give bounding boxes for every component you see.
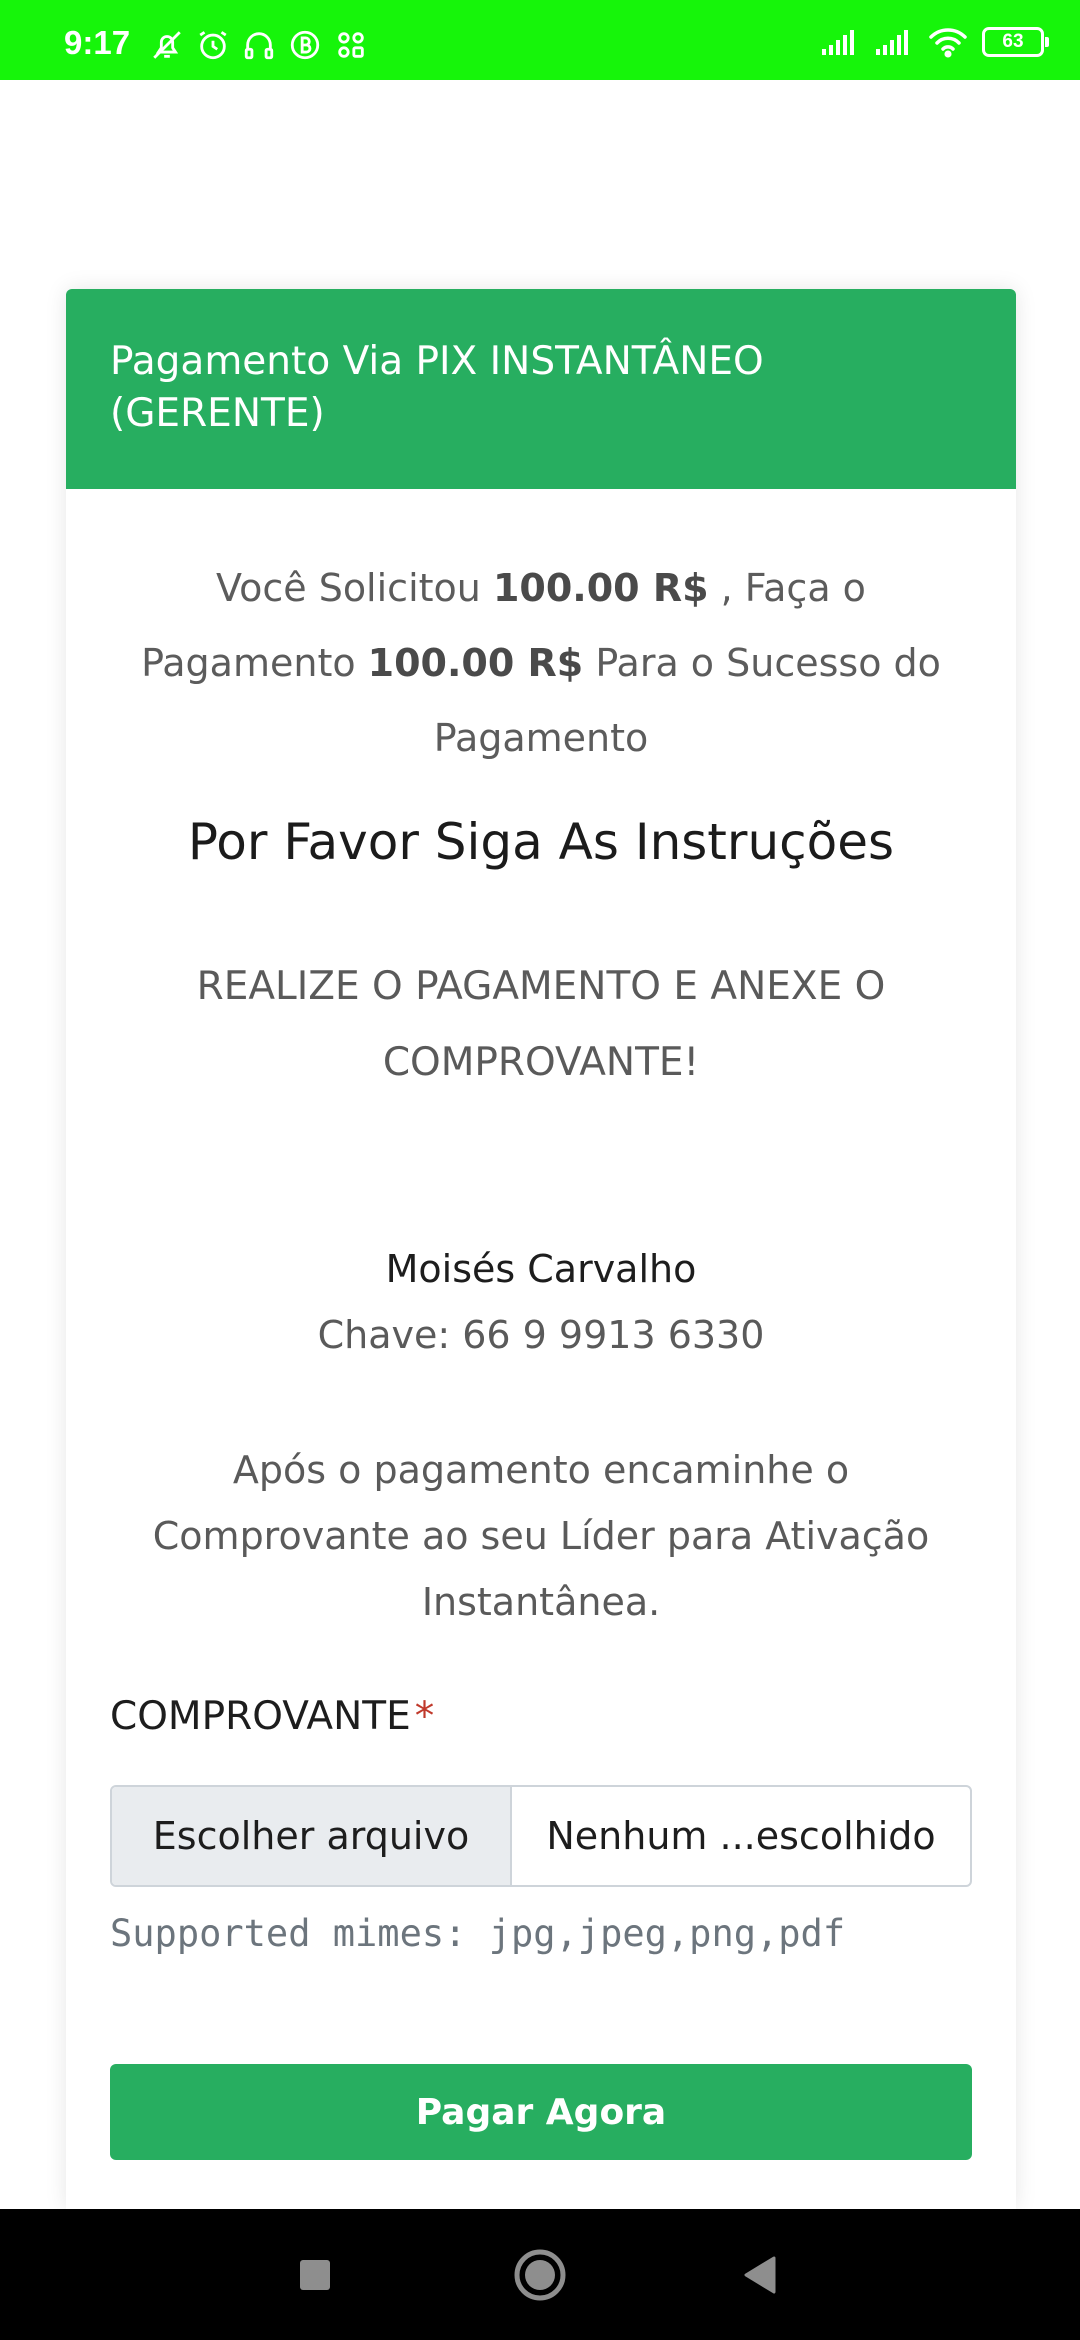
headphones-icon xyxy=(242,28,276,62)
payment-request-text: Você Solicitou 100.00 R$ , Faça o Pagame… xyxy=(110,551,972,776)
card-title: Pagamento Via PIX INSTANTÂNEO (GERENTE) xyxy=(110,339,764,436)
status-icons-right: 63 xyxy=(820,26,1049,58)
after-payment-text: Após o pagamento encaminhe o Comprovante… xyxy=(152,1448,930,1624)
back-triangle-icon[interactable] xyxy=(700,2209,820,2340)
wifi-icon xyxy=(928,26,968,58)
pix-key: Chave: 66 9 9913 6330 xyxy=(317,1313,765,1357)
alarm-icon xyxy=(196,28,230,62)
recipient-name: Moisés Carvalho xyxy=(385,1247,697,1291)
status-bar: 9:17 63 xyxy=(0,0,1080,80)
status-icons-left xyxy=(150,28,368,62)
navigation-bar xyxy=(0,2209,1080,2340)
status-time: 9:17 xyxy=(64,24,131,61)
receipt-file-input[interactable]: Escolher arquivo Nenhum ...escolhido xyxy=(110,1785,972,1887)
notification-muted-icon xyxy=(150,28,184,62)
supported-mimes-hint: Supported mimes: jpg,jpeg,png,pdf xyxy=(110,1912,846,1955)
requested-amount: 100.00 R$ xyxy=(492,566,709,610)
apps-icon xyxy=(334,28,368,62)
instructions-title: Por Favor Siga As Instruções xyxy=(187,813,895,871)
payment-card: Pagamento Via PIX INSTANTÂNEO (GERENTE) … xyxy=(66,289,1016,2209)
signal-icon xyxy=(820,27,860,57)
choose-file-button[interactable]: Escolher arquivo xyxy=(112,1787,512,1885)
b-app-icon xyxy=(288,28,322,62)
home-circle-icon[interactable] xyxy=(480,2209,600,2340)
realize-payment-text: REALIZE O PAGAMENTO E ANEXE O COMPROVANT… xyxy=(196,964,886,1085)
signal-icon xyxy=(874,27,914,57)
recents-square-icon[interactable] xyxy=(255,2209,375,2340)
receipt-label-text: COMPROVANTE xyxy=(110,1694,411,1739)
intro-text-part: Você Solicitou xyxy=(216,566,493,610)
receipt-label: COMPROVANTE * xyxy=(110,1689,434,1745)
required-marker: * xyxy=(414,1694,435,1739)
selected-file-name: Nenhum ...escolhido xyxy=(546,1814,936,1858)
battery-icon: 63 xyxy=(982,27,1049,57)
pay-now-button[interactable]: Pagar Agora xyxy=(110,2064,972,2160)
card-header: Pagamento Via PIX INSTANTÂNEO (GERENTE) xyxy=(66,289,1016,489)
payment-amount: 100.00 R$ xyxy=(367,641,584,685)
